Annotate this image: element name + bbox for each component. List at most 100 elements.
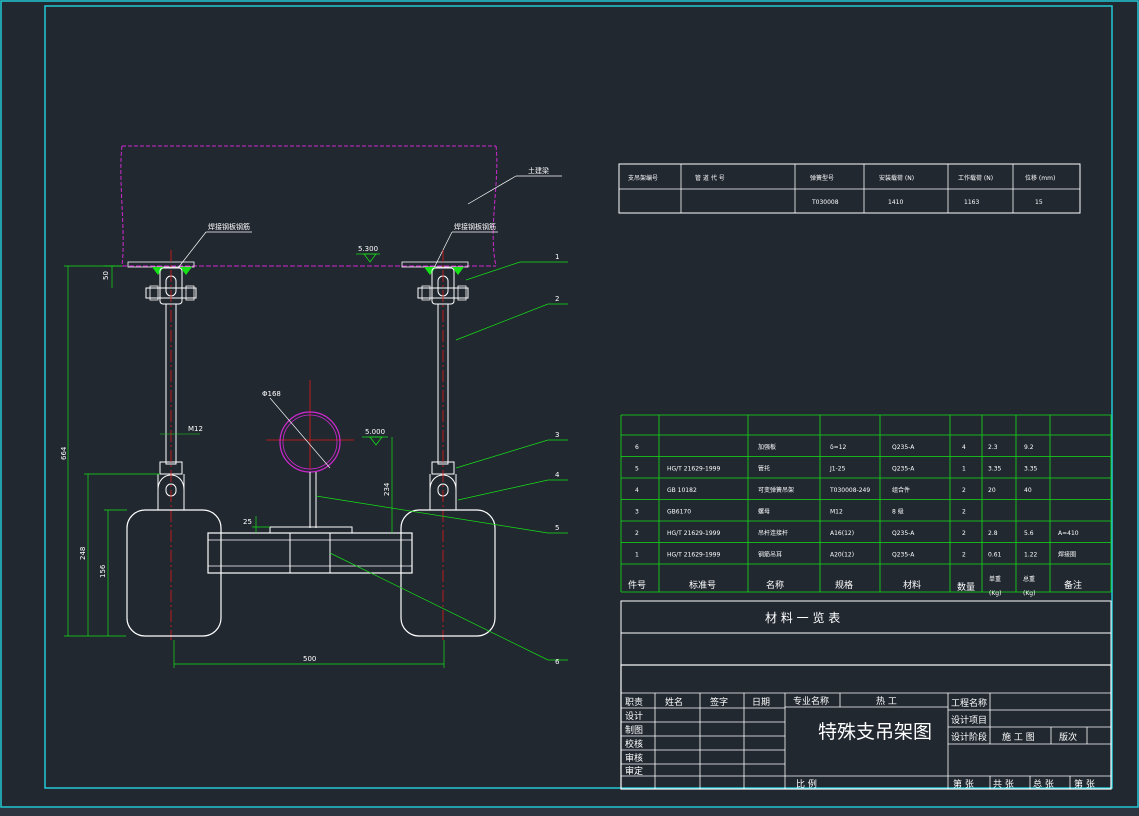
dim-248: 248 [79, 547, 87, 560]
callout-2: 2 [555, 295, 559, 303]
bom-cell-name: 吊杆连接杆 [758, 529, 788, 537]
bom-cell-spec: J1-25 [829, 466, 846, 473]
tb-sheet-3: 第 张 [1074, 778, 1095, 790]
bom-h-unit2: (Kg) [989, 590, 1001, 597]
top-r-5: 15 [1035, 199, 1043, 206]
bom-cell-name: 管托 [758, 465, 770, 473]
top-r-3: 1410 [888, 199, 903, 206]
bom-cell-std: HG/T 21629-1999 [667, 552, 720, 559]
bom-h-qty: 数量 [957, 581, 975, 593]
right-spring-box [400, 509, 496, 637]
bom-cell-spec: A16(12) [830, 530, 854, 537]
tb-role-0: 设计 [625, 710, 643, 722]
bom-h-unit: 单重 [989, 575, 1001, 583]
bom-cell-qty: 2 [962, 552, 966, 559]
bom-cell-no: 5 [635, 466, 639, 473]
bom-cell-qty: 4 [962, 444, 966, 451]
top-r-4: 1163 [964, 199, 979, 206]
tb-specialty-value: 热 工 [876, 695, 897, 707]
elev-pipe-label: 5.000 [365, 428, 385, 436]
bom-cell-mat: 8 级 [892, 508, 904, 516]
bom-cell-name: 加强板 [758, 443, 776, 451]
pipe-dia-label: Φ168 [262, 390, 281, 398]
bom-h-remark: 备注 [1064, 579, 1082, 591]
cad-drawing: 土建梁 焊接钢板钢筋 焊接钢板钢筋 5.300 5.000 Φ168 M12 5… [0, 0, 1139, 808]
bom-cell-spec: M12 [830, 509, 843, 516]
tb-head-3: 日期 [752, 697, 770, 708]
bom-cell-std: GB 10182 [667, 487, 697, 494]
tb-role-1: 制图 [625, 724, 643, 736]
left-spring-box [126, 509, 222, 637]
callout-4: 4 [555, 471, 560, 479]
tb-head-2: 签字 [710, 696, 728, 708]
elev-top-label: 5.300 [358, 245, 378, 253]
callout-1: 1 [555, 253, 559, 261]
bom-cell-total: 40 [1024, 487, 1032, 494]
callout-3: 3 [555, 431, 559, 439]
top-h-0: 支吊架编号 [628, 174, 658, 182]
bom-cell-name: 可变弹簧吊架 [758, 486, 794, 494]
bom-cell-remark: 焊接圈 [1058, 551, 1076, 559]
dim-25: 25 [243, 518, 252, 526]
dim-156: 156 [99, 564, 107, 578]
bom-cell-spec: T030008-249 [829, 487, 870, 494]
bom-cell-name: 钢筋吊耳 [758, 551, 782, 559]
tb-sheet-0: 第 张 [953, 778, 974, 790]
bom-h-name: 名称 [766, 579, 784, 591]
bom-cell-name: 螺母 [758, 508, 770, 516]
bom-h-mat: 材料 [903, 579, 921, 591]
bom-cell-no: 2 [635, 530, 639, 537]
top-h-5: 位移 (mm) [1025, 174, 1055, 182]
tb-design-stage: 设计阶段 [951, 731, 987, 743]
beam-label: 土建梁 [528, 166, 549, 175]
callout-6: 6 [555, 658, 560, 666]
top-h-3: 安装载荷 (N) [879, 174, 914, 182]
dim-500: 500 [303, 655, 316, 663]
bom-h-std: 标准号 [689, 579, 716, 591]
bom-cell-remark: A=410 [1058, 530, 1079, 537]
bom-cell-total: 3.35 [1024, 466, 1038, 473]
bom-cell-unit: 0.61 [988, 552, 1002, 559]
bom-cell-std: GB6170 [667, 509, 691, 516]
callout-leaders [315, 261, 568, 661]
title-block: 职责 姓名 签字 日期 设计 制图 校核 审核 审定 专业名称 热 工 特殊支吊… [620, 664, 1112, 790]
bom-title: 材 料 一 览 表 [765, 610, 840, 625]
bom-cell-mat: Q235-A [892, 552, 915, 559]
bom-cell-qty: 2 [962, 509, 966, 516]
bom-cell-no: 1 [635, 552, 639, 559]
tb-head-1: 姓名 [665, 696, 683, 708]
right-plate-label: 焊接钢板钢筋 [454, 222, 496, 231]
tb-head-0: 职责 [625, 696, 643, 708]
dim-664: 664 [60, 446, 68, 460]
outer-frame [0, 0, 1139, 808]
tb-version: 版次 [1059, 731, 1077, 743]
tb-role-3: 审核 [625, 752, 643, 764]
top-r-2: T030008 [811, 199, 839, 206]
inner-frame [44, 5, 1113, 789]
bom-cell-qty: 1 [962, 466, 966, 473]
dim-50: 50 [102, 271, 110, 280]
top-h-2: 弹簧型号 [810, 174, 834, 182]
drawing-title: 特殊支吊架图 [818, 721, 932, 743]
bom-cell-mat: Q235-A [892, 444, 915, 451]
bom-cell-std: HG/T 21629-1999 [667, 530, 720, 537]
bom-cell-unit: 2.8 [988, 530, 998, 537]
bom-h-total: 总重 [1023, 575, 1035, 583]
bom-table: 6 加强板 δ=12 Q235-A 4 2.3 9.2 5 HG/T 21629-1999 管托 J… [620, 414, 1112, 666]
bom-cell-mat: 组合件 [892, 486, 910, 494]
bom-cell-total: 1.22 [1024, 552, 1038, 559]
bom-cell-spec: δ=12 [830, 444, 847, 451]
bom-h-spec: 规格 [835, 579, 853, 591]
bom-cell-total: 5.6 [1024, 530, 1034, 537]
tb-project-name: 工程名称 [951, 697, 987, 709]
hanger-drawing: 土建梁 焊接钢板钢筋 焊接钢板钢筋 5.300 5.000 Φ168 M12 5… [60, 145, 568, 668]
tb-role-2: 校核 [625, 738, 643, 750]
bom-cell-no: 4 [635, 487, 639, 494]
bom-cell-qty: 2 [962, 487, 966, 494]
tb-sheet-1: 共 张 [993, 779, 1014, 790]
top-h-4: 工作载荷 (N) [958, 174, 993, 182]
status-bar [0, 808, 1139, 816]
tb-scale: 比 例 [796, 778, 817, 790]
beam-outline [120, 145, 498, 267]
bom-cell-unit: 20 [988, 487, 996, 494]
